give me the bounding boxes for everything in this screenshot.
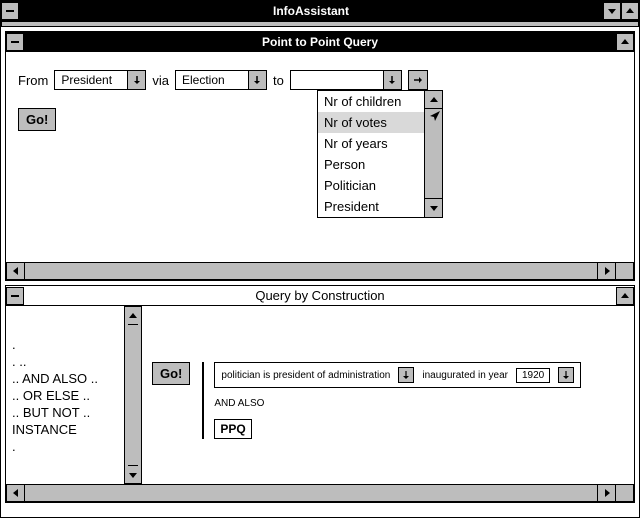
from-combo[interactable]: President [54, 70, 146, 90]
ptp-up-button[interactable] [616, 33, 634, 51]
via-dropdown-icon[interactable] [248, 71, 266, 89]
to-label: to [273, 73, 284, 88]
to-dropdown-icon[interactable] [383, 71, 401, 89]
qbc-hscroll[interactable] [6, 484, 634, 502]
ptp-query-row: From President via Election to [18, 70, 622, 90]
ptp-title: Point to Point Query [24, 35, 616, 49]
dropdown-item[interactable]: Politician [318, 175, 424, 196]
app-title: InfoAssistant [19, 4, 603, 18]
next-arrow-button[interactable] [408, 70, 428, 90]
ptp-pane: Point to Point Query From President via … [5, 31, 635, 281]
qbc-sidebar-vscroll[interactable] [124, 306, 142, 484]
qbc-up-button[interactable] [616, 287, 634, 305]
term-item[interactable]: . [12, 336, 118, 353]
hscroll-right-icon[interactable] [597, 263, 615, 279]
clause1-dropdown-icon[interactable] [398, 367, 414, 383]
dropdown-item[interactable]: Nr of votes [318, 112, 424, 133]
term-item[interactable]: .. AND ALSO .. [12, 370, 118, 387]
hscroll-left-icon[interactable] [7, 263, 25, 279]
dropdown-item[interactable]: Person [318, 154, 424, 175]
term-item[interactable]: . .. [12, 353, 118, 370]
dropdown-scrollbar[interactable] [424, 91, 442, 217]
ptp-window-menu[interactable] [6, 33, 24, 51]
qbc-clause-box: politician is president of administratio… [214, 362, 581, 388]
from-dropdown-icon[interactable] [127, 71, 145, 89]
from-value: President [55, 73, 127, 87]
to-dropdown-list[interactable]: Nr of childrenNr of votesNr of yearsPers… [317, 90, 443, 218]
year-value[interactable]: 1920 [516, 368, 550, 383]
vscroll-up-icon[interactable] [128, 307, 138, 325]
qbc-terms-list[interactable]: .. .... AND ALSO .... OR ELSE .... BUT N… [6, 306, 124, 484]
clause2-text: inaugurated in year [422, 370, 508, 381]
clause1-text: politician is president of administratio… [221, 370, 390, 381]
qbc-hscroll-right-icon[interactable] [597, 485, 615, 501]
qbc-go-button[interactable]: Go! [152, 362, 190, 385]
scroll-up-icon[interactable] [425, 91, 442, 109]
ptp-resize-handle[interactable] [615, 263, 633, 279]
term-item[interactable]: .. OR ELSE .. [12, 387, 118, 404]
qbc-resize-handle[interactable] [615, 485, 633, 501]
term-item[interactable]: INSTANCE [12, 421, 118, 438]
dropdown-item[interactable]: Nr of years [318, 133, 424, 154]
vscroll-down-icon[interactable] [128, 465, 138, 483]
maximize-button[interactable] [621, 2, 639, 20]
scroll-down-icon[interactable] [425, 199, 442, 217]
minimize-button[interactable] [603, 2, 621, 20]
ptp-titlebar: Point to Point Query [6, 32, 634, 52]
qbc-hscroll-left-icon[interactable] [7, 485, 25, 501]
ppq-button[interactable]: PPQ [214, 419, 251, 439]
dropdown-item[interactable]: President [318, 196, 424, 217]
via-value: Election [176, 73, 248, 87]
window-menu-button[interactable] [1, 2, 19, 20]
from-label: From [18, 73, 48, 88]
term-item[interactable]: .. BUT NOT .. [12, 404, 118, 421]
clause2-dropdown-icon[interactable] [558, 367, 574, 383]
ptp-go-button[interactable]: Go! [18, 108, 56, 131]
via-combo[interactable]: Election [175, 70, 267, 90]
dropdown-item[interactable]: Nr of children [318, 91, 424, 112]
qbc-title: Query by Construction [24, 288, 616, 303]
qbc-window-menu[interactable] [6, 287, 24, 305]
qbc-pane: Query by Construction .. .... AND ALSO .… [5, 285, 635, 503]
via-label: via [152, 73, 169, 88]
term-item[interactable]: . [12, 438, 118, 455]
connector-text: AND ALSO [214, 398, 581, 409]
to-combo[interactable] [290, 70, 402, 90]
app-titlebar: InfoAssistant [1, 1, 639, 21]
ptp-hscroll[interactable] [6, 262, 634, 280]
